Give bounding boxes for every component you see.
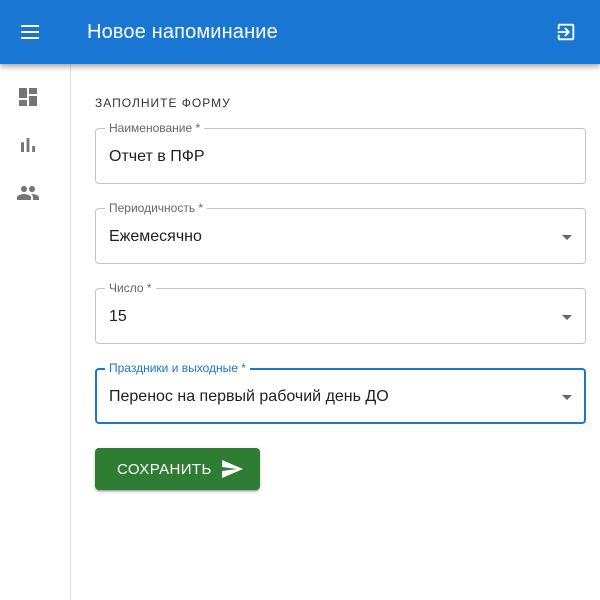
drawer-item-statistics[interactable] xyxy=(0,125,56,165)
dropdown-arrow-icon xyxy=(561,231,573,243)
periodicity-select[interactable]: Периодичность * Ежемесячно xyxy=(95,201,586,264)
periodicity-select-label: Периодичность * xyxy=(105,201,208,215)
bar-chart-icon xyxy=(21,138,35,152)
name-field[interactable]: Наименование * Отчет в ПФР xyxy=(95,121,586,184)
form-section-title: ЗАПОЛНИТЕ ФОРМУ xyxy=(95,96,231,110)
dropdown-arrow-icon xyxy=(561,311,573,323)
save-button[interactable]: СОХРАНИТЬ xyxy=(95,448,260,490)
people-icon xyxy=(17,186,39,200)
day-number-select-value: 15 xyxy=(109,308,127,325)
menu-button[interactable] xyxy=(14,14,48,50)
dashboard-icon xyxy=(19,88,37,106)
drawer-item-dashboard[interactable] xyxy=(0,77,56,117)
drawer-item-people[interactable] xyxy=(0,173,56,213)
day-number-select[interactable]: Число * 15 xyxy=(95,281,586,344)
logout-button[interactable] xyxy=(548,14,584,50)
app-bar: Новое напоминание xyxy=(0,0,600,64)
hamburger-menu-icon xyxy=(21,25,39,39)
holidays-select[interactable]: Праздники и выходные * Перенос на первый… xyxy=(95,361,586,424)
save-button-label: СОХРАНИТЬ xyxy=(117,460,212,478)
name-field-label: Наименование * xyxy=(105,121,205,135)
day-number-select-label: Число * xyxy=(105,281,156,295)
dropdown-arrow-icon xyxy=(561,391,573,403)
send-icon xyxy=(221,460,243,478)
logout-icon xyxy=(557,23,575,41)
side-drawer xyxy=(0,64,71,600)
holidays-select-label: Праздники и выходные * xyxy=(105,361,250,375)
name-field-value: Отчет в ПФР xyxy=(109,148,205,165)
periodicity-select-value: Ежемесячно xyxy=(109,228,202,245)
page-title: Новое напоминание xyxy=(87,21,278,43)
holidays-select-value: Перенос на первый рабочий день ДО xyxy=(109,388,389,405)
